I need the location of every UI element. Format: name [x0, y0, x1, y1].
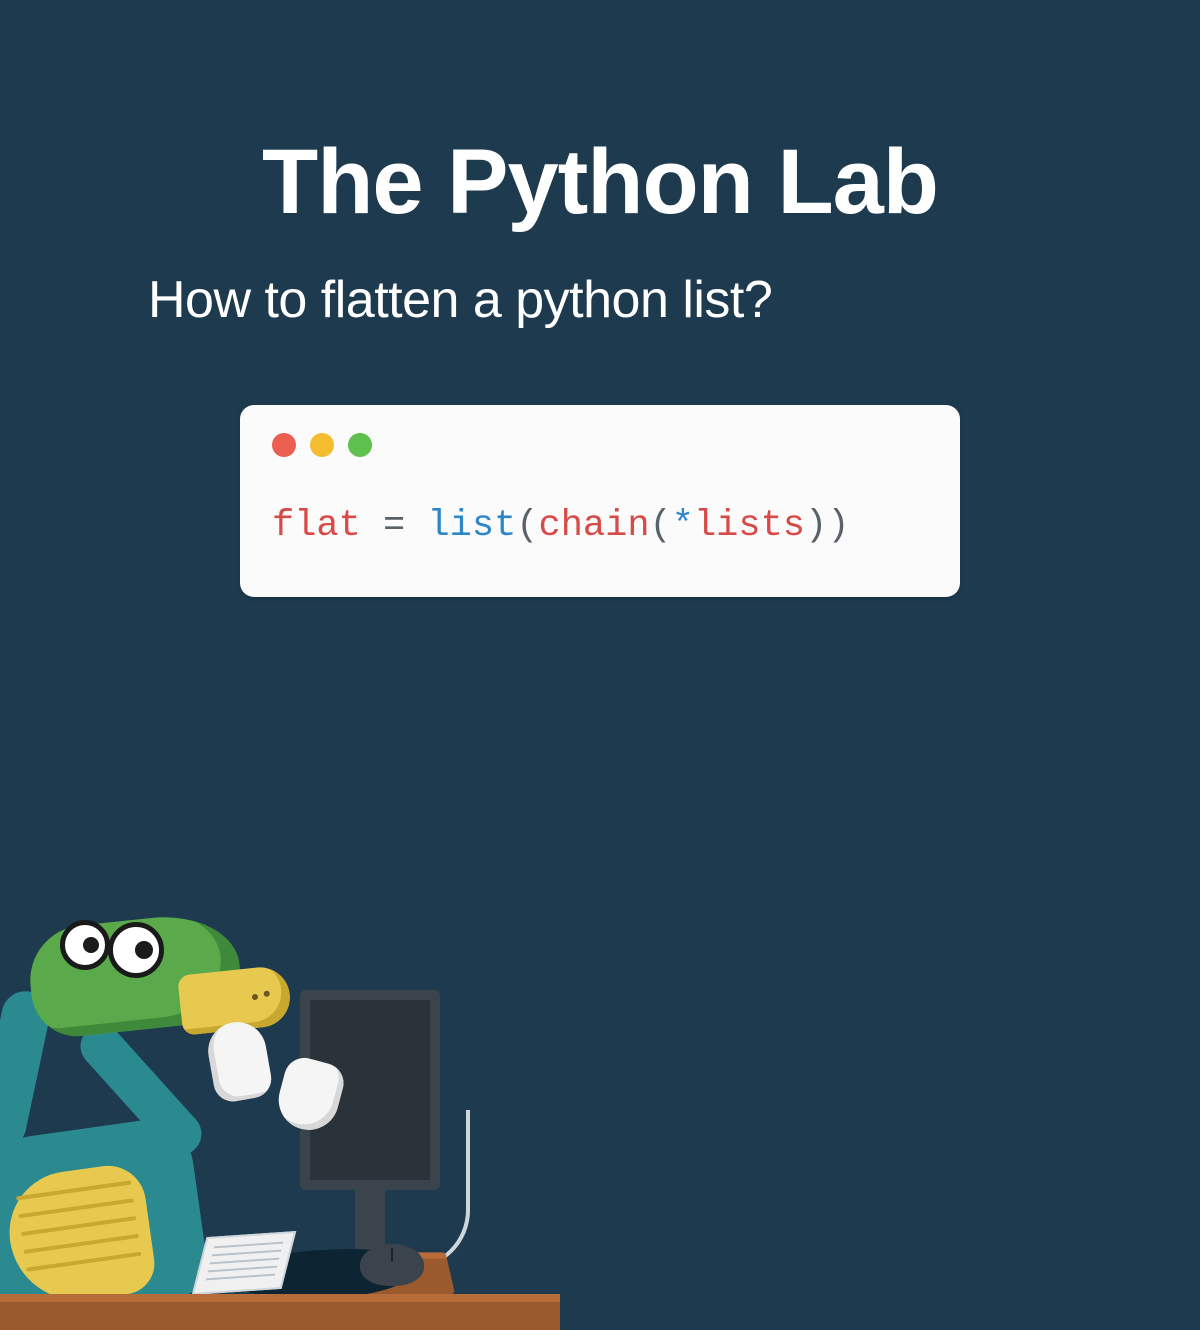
mouse-icon — [360, 1244, 424, 1286]
code-token-func: chain — [539, 505, 650, 547]
notepad-icon — [192, 1231, 297, 1295]
minimize-icon — [310, 433, 334, 457]
code-snippet: flat = list(chain(*lists)) — [272, 505, 928, 547]
code-token-paren: ( — [516, 505, 538, 547]
code-token-var: flat — [272, 505, 361, 547]
page-subtitle: How to flatten a python list? — [148, 270, 1200, 330]
page-title: The Python Lab — [0, 130, 1200, 235]
close-icon — [272, 433, 296, 457]
code-token-star: * — [672, 505, 694, 547]
code-token-var: lists — [694, 505, 805, 547]
code-token-func: list — [427, 505, 516, 547]
code-window: flat = list(chain(*lists)) — [240, 405, 960, 597]
python-mascot-illustration — [0, 930, 560, 1330]
code-token-paren: ( — [650, 505, 672, 547]
code-token-paren: )) — [805, 505, 849, 547]
maximize-icon — [348, 433, 372, 457]
window-traffic-lights — [272, 433, 928, 457]
code-token-op: = — [361, 505, 428, 547]
